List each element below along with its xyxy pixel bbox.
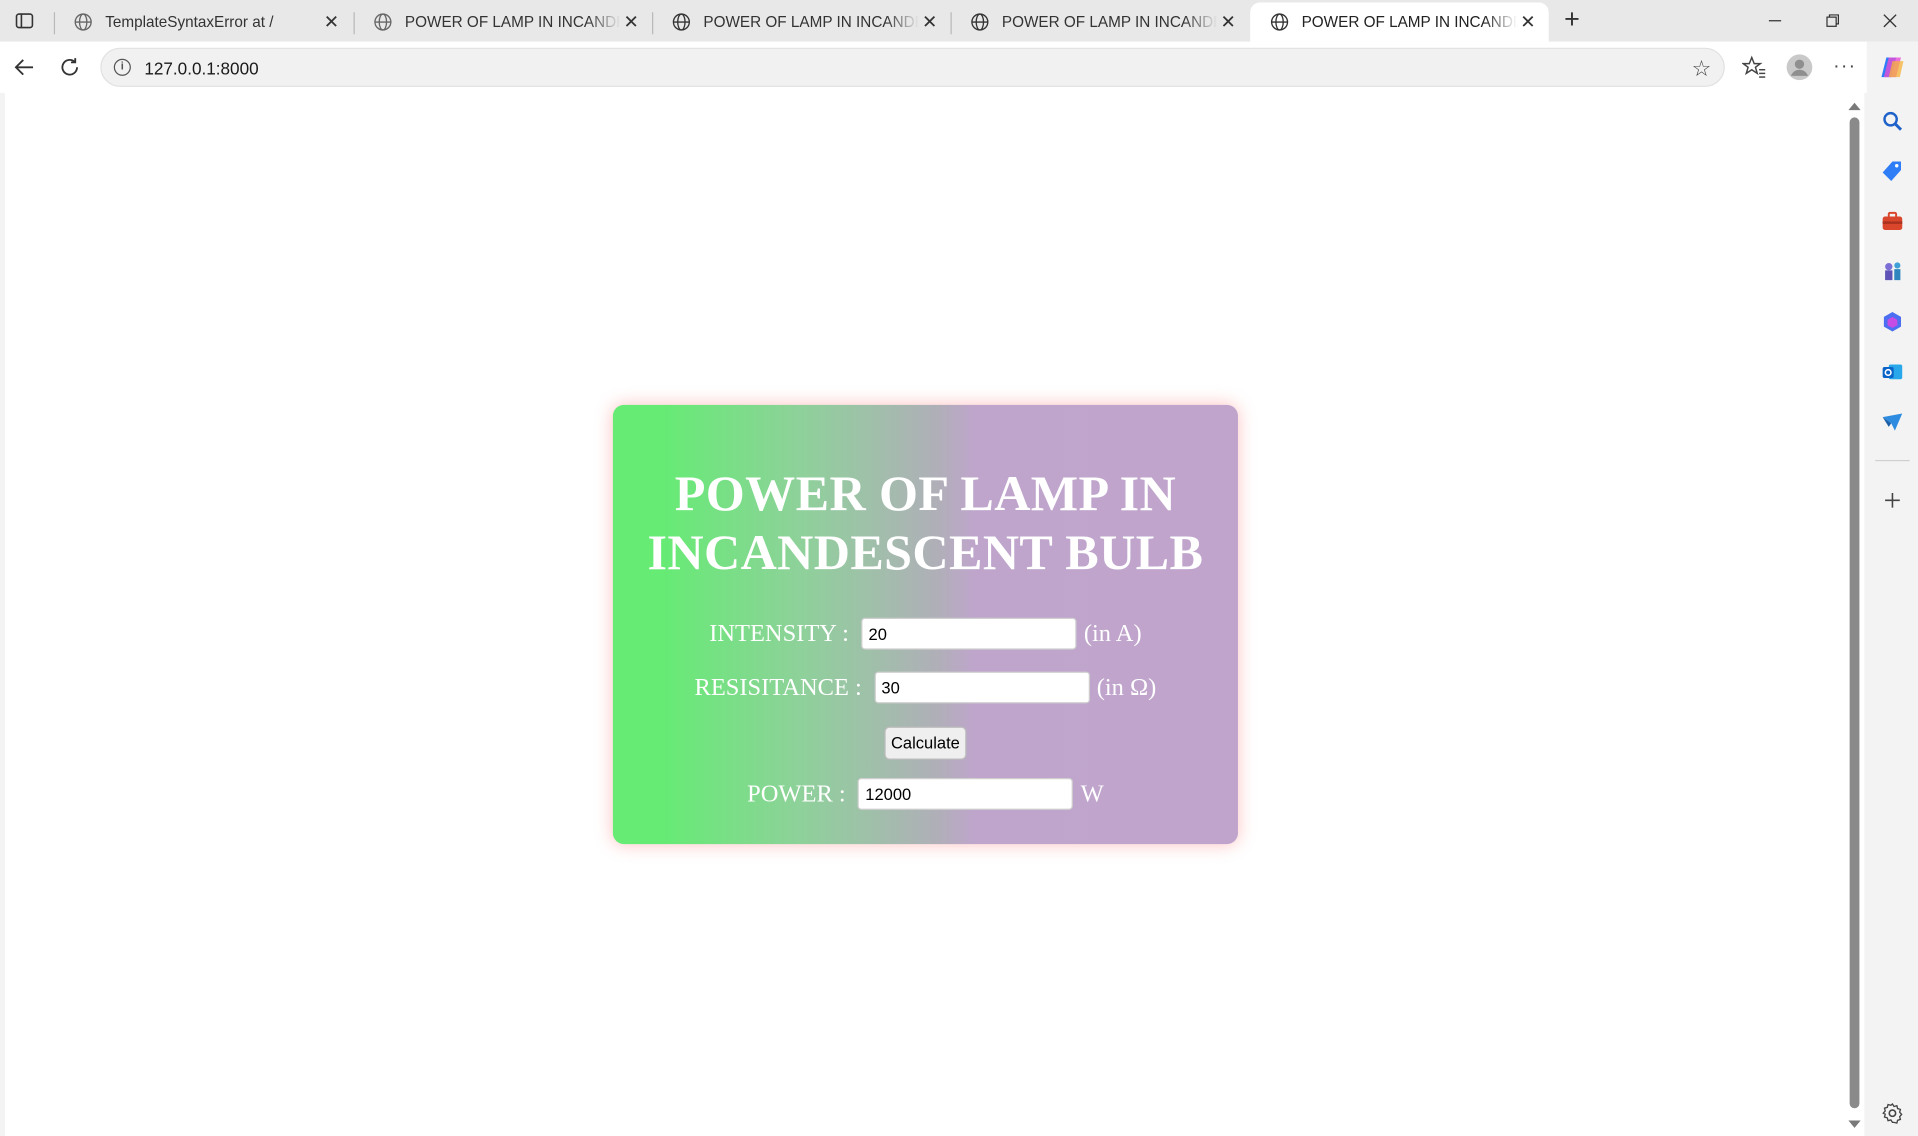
copilot-icon (1881, 57, 1904, 78)
edge-sidebar (1866, 41, 1918, 1136)
outlook-icon (1882, 364, 1903, 380)
sidebar-shopping-button[interactable] (1879, 158, 1906, 185)
favorite-star-icon[interactable]: ☆ (1692, 56, 1712, 82)
search-icon (1883, 111, 1903, 131)
tab-2[interactable]: POWER OF LAMP IN INCANDESCENT BULB ✕ (652, 2, 950, 41)
sidebar-outlook-button[interactable] (1879, 358, 1906, 385)
intensity-label: INTENSITY : (709, 619, 849, 647)
tab-separator (53, 12, 56, 35)
sidebar-tools-button[interactable] (1879, 208, 1906, 235)
tab-separator (950, 12, 952, 35)
title-line-1: POWER OF LAMP IN (674, 464, 1177, 522)
tab-4-active[interactable]: POWER OF LAMP IN INCANDESCENT BULB ✕ (1250, 2, 1549, 42)
site-info-icon[interactable]: i (113, 58, 131, 76)
page-scrollbar[interactable] (1846, 98, 1863, 1133)
calculator-card: POWER OF LAMP IN INCANDESCENT BULB INTEN… (612, 404, 1238, 845)
favorites-button[interactable] (1740, 53, 1769, 82)
reload-button[interactable] (55, 53, 84, 82)
copilot-button[interactable] (1879, 54, 1906, 81)
resistance-unit: (in Ω) (1096, 673, 1157, 701)
restore-button[interactable] (1804, 5, 1860, 37)
calculate-button[interactable]: Calculate (884, 726, 967, 760)
power-label: POWER : (747, 779, 846, 807)
tab-separator (353, 12, 355, 35)
ellipsis-icon: ··· (1833, 56, 1857, 78)
tab-title: POWER OF LAMP IN INCANDESCENT BULB (703, 13, 918, 31)
tab-actions-icon (15, 13, 34, 29)
restore-icon (1826, 14, 1839, 27)
globe-icon (672, 13, 691, 31)
profile-avatar-icon (1786, 54, 1813, 81)
tab-title: POWER OF LAMP IN INCANDESCENT BULB (404, 13, 620, 31)
back-button[interactable] (10, 53, 39, 82)
power-output[interactable] (857, 778, 1074, 810)
close-window-icon (1883, 14, 1897, 28)
chess-icon (1885, 262, 1901, 281)
scroll-up-arrow-icon[interactable] (1848, 102, 1861, 111)
close-icon[interactable]: ✕ (321, 11, 343, 33)
globe-icon (374, 13, 392, 31)
sidebar-send-button[interactable] (1879, 409, 1906, 436)
sidebar-divider (1875, 459, 1910, 462)
copilot-hex-icon (1883, 311, 1902, 332)
tab-actions-button[interactable] (10, 7, 39, 34)
browser-toolbar: i 127.0.0.1:8000 ☆ ··· (0, 41, 1918, 93)
intensity-row: INTENSITY : (in A) (613, 617, 1238, 650)
page-title: POWER OF LAMP IN INCANDESCENT BULB (613, 464, 1238, 581)
tab-title: POWER OF LAMP IN INCANDESCENT BULB (1001, 13, 1217, 31)
new-tab-button[interactable]: + (1558, 6, 1585, 33)
close-window-button[interactable] (1862, 5, 1918, 37)
tab-1[interactable]: POWER OF LAMP IN INCANDESCENT BULB ✕ (353, 2, 652, 41)
power-unit: W (1080, 779, 1104, 807)
tag-icon (1882, 161, 1902, 182)
briefcase-icon (1882, 211, 1903, 230)
globe-icon (971, 13, 989, 31)
close-icon[interactable]: ✕ (1217, 11, 1239, 33)
settings-icon (1882, 1103, 1903, 1124)
profile-button[interactable] (1785, 53, 1814, 82)
globe-icon (74, 13, 92, 31)
minimize-icon (1768, 20, 1782, 22)
tab-separator (652, 12, 654, 35)
address-bar[interactable]: i 127.0.0.1:8000 ☆ (100, 47, 1725, 87)
title-line-2: INCANDESCENT BULB (647, 523, 1204, 580)
intensity-unit: (in A) (1083, 619, 1142, 647)
resistance-input[interactable] (874, 671, 1090, 704)
favorites-list-icon (1741, 55, 1766, 78)
scroll-thumb[interactable] (1849, 117, 1860, 1109)
back-arrow-icon (14, 59, 34, 76)
tab-0[interactable]: TemplateSyntaxError at / ✕ (53, 2, 352, 41)
resistance-label: RESISITANCE : (694, 673, 862, 701)
tab-title: TemplateSyntaxError at / (105, 13, 274, 31)
tab-title: POWER OF LAMP IN INCANDESCENT BULB (1301, 13, 1517, 31)
minimize-button[interactable] (1747, 5, 1803, 37)
add-icon (1885, 492, 1900, 508)
sidebar-search-button[interactable] (1879, 108, 1906, 135)
sidebar-games-button[interactable] (1879, 258, 1906, 285)
sidebar-m365-button[interactable] (1879, 308, 1906, 335)
sidebar-add-button[interactable] (1879, 487, 1906, 514)
intensity-input[interactable] (861, 617, 1077, 650)
more-menu-button[interactable]: ··· (1830, 53, 1859, 82)
close-icon[interactable]: ✕ (1517, 11, 1539, 33)
send-icon (1882, 413, 1903, 431)
url-text[interactable]: 127.0.0.1:8000 (144, 59, 258, 79)
scroll-down-arrow-icon[interactable] (1848, 1120, 1861, 1128)
resistance-row: RESISITANCE : (in Ω) (613, 671, 1238, 704)
reload-icon (61, 58, 78, 76)
tab-bar: TemplateSyntaxError at / ✕ POWER OF LAMP… (0, 0, 1918, 42)
page-viewport: POWER OF LAMP IN INCANDESCENT BULB INTEN… (4, 92, 1865, 1136)
power-row: POWER : W (613, 778, 1238, 810)
globe-icon (1270, 13, 1289, 31)
sidebar-settings-button[interactable] (1879, 1100, 1906, 1127)
tab-3[interactable]: POWER OF LAMP IN INCANDESCENT BULB ✕ (950, 2, 1249, 41)
close-icon[interactable]: ✕ (620, 11, 642, 33)
close-icon[interactable]: ✕ (919, 11, 941, 33)
